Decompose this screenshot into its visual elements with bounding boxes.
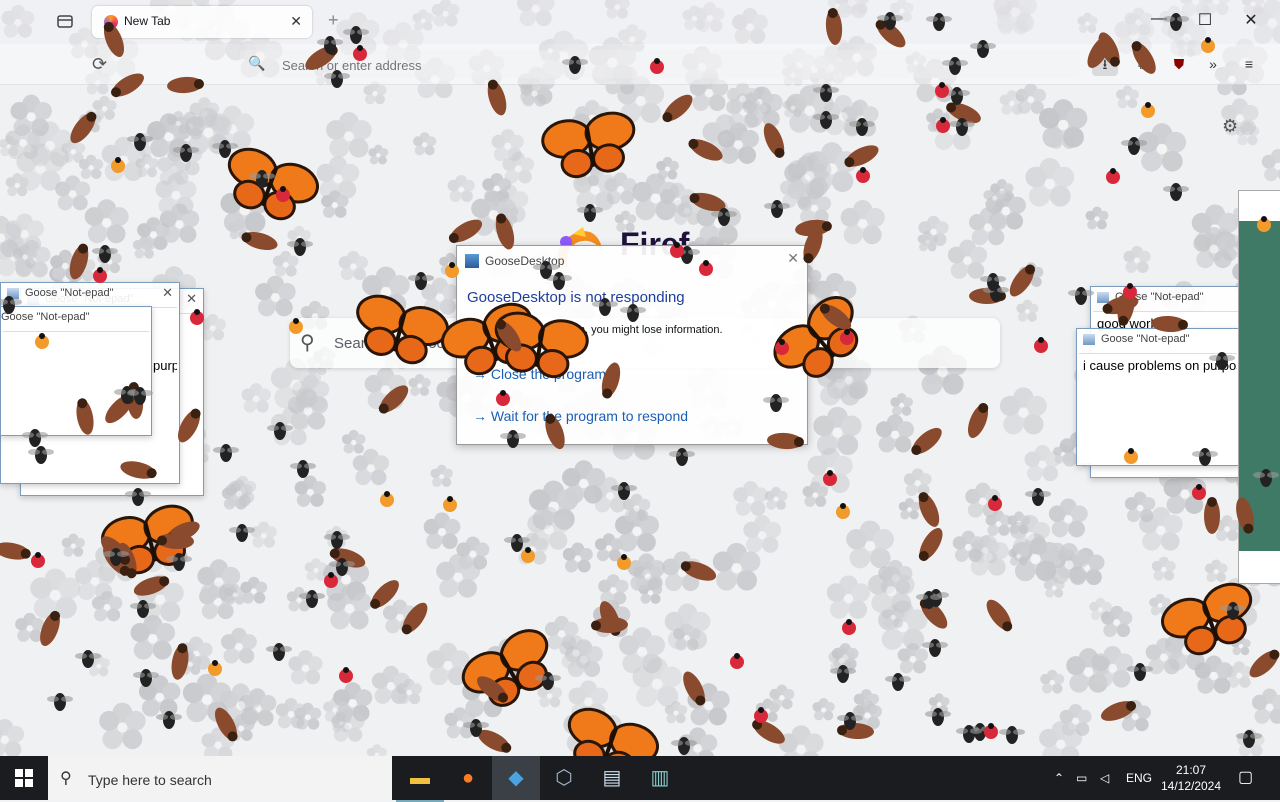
url-input[interactable] [280, 54, 884, 76]
close-program-option[interactable]: → Close the program [473, 366, 606, 382]
notepad-text: purpose [153, 358, 177, 373]
search-icon: ⚲ [60, 770, 72, 787]
settings-gear-icon[interactable]: ⚙ [1222, 116, 1238, 137]
downloads-icon[interactable]: ⭳ [1092, 52, 1118, 76]
network-icon[interactable]: ▭ [1076, 756, 1087, 800]
dialog-message: If you close the program, you might lose… [467, 324, 723, 336]
close-window-button[interactable]: ✕ [1236, 10, 1266, 30]
search-icon: 🔍 [248, 55, 266, 71]
offscreen-window-edge[interactable] [1238, 190, 1280, 584]
tab-title: New Tab [124, 14, 171, 28]
dialog-close-icon[interactable]: ✕ [787, 250, 799, 267]
close-program-label: Close the program [490, 366, 607, 382]
goose-desktop-taskbar-icon[interactable]: ◆ [492, 756, 540, 800]
clock-date: 14/12/2024 [1160, 779, 1222, 793]
language-indicator[interactable]: ENG [1126, 756, 1152, 800]
notepad-taskbar-icon[interactable]: ▤ [588, 756, 636, 800]
firefox-favicon-icon [104, 15, 118, 29]
notepad-title: Goose "Not-epad" [1, 311, 90, 323]
wait-program-label: Wait for the program to respond [490, 408, 689, 424]
maximize-button[interactable]: ☐ [1190, 10, 1220, 30]
taskbar-clock[interactable]: 21:07 14/12/2024 [1160, 762, 1222, 794]
taskbar-search-placeholder: Type here to search [88, 772, 212, 788]
extensions-icon[interactable]: ⧉ [1130, 52, 1156, 76]
not-responding-dialog: GooseDesktop ✕ GooseDesktop is not respo… [456, 245, 808, 445]
firefox-taskbar-icon[interactable]: ● [444, 756, 492, 800]
overflow-chevron-icon[interactable]: » [1200, 52, 1226, 76]
dialog-heading: GooseDesktop is not responding [467, 289, 685, 306]
tab-list-icon[interactable] [56, 12, 74, 30]
notepad-title: Goose "Not-epad" [1115, 291, 1204, 303]
clock-time: 21:07 [1175, 763, 1207, 777]
offscreen-window-content [1239, 221, 1280, 551]
notepad-window-front-left[interactable]: Goose "Not-epad" [0, 306, 152, 436]
tab-close-icon[interactable]: ✕ [290, 13, 302, 30]
menu-icon[interactable]: ≡ [1236, 52, 1262, 76]
notepad-icon [1083, 334, 1095, 345]
notepad2-taskbar-icon[interactable]: ▥ [636, 756, 684, 800]
taskbar-search-box[interactable]: ⚲ Type here to search [48, 756, 392, 800]
notepad-text-area[interactable]: i cause problems on purpose [1079, 353, 1237, 463]
notepad-text: i cause problems on purpose [1083, 358, 1237, 373]
nav-bar: ⟳ 🔍 ⭳ ⧉ ⛊ » ≡ [0, 44, 1280, 85]
dialog-title: GooseDesktop [485, 254, 565, 268]
url-bar[interactable]: 🔍 [240, 50, 1080, 78]
tab-bar: New Tab ✕ + — ☐ ✕ [0, 0, 1280, 44]
new-tab-button[interactable]: + [328, 10, 339, 31]
notifications-icon[interactable]: ▢ [1238, 756, 1253, 800]
windows-taskbar: ⚲ Type here to search ▬ ● ◆ ⬡ ▤ ▥ ⌃ ▭ ◁ … [0, 756, 1280, 802]
notepad-title: Goose "Not-epad" [25, 287, 114, 299]
app-taskbar-icon[interactable]: ⬡ [540, 756, 588, 800]
app-icon [465, 254, 479, 268]
minimize-button[interactable]: — [1144, 10, 1174, 28]
notepad-icon [1097, 292, 1109, 303]
tab-new-tab[interactable]: New Tab ✕ [92, 6, 312, 38]
windows-start-icon[interactable] [0, 756, 48, 800]
search-icon: ⚲ [300, 332, 315, 354]
notepad-window-front-right[interactable]: Goose "Not-epad" i cause problems on pur… [1076, 328, 1240, 466]
wait-program-option[interactable]: → Wait for the program to respond [473, 408, 688, 424]
reload-icon[interactable]: ⟳ [92, 54, 107, 75]
ublock-icon[interactable]: ⛊ [1166, 52, 1192, 76]
notepad-text-area[interactable] [3, 331, 149, 433]
notepad-close-icon[interactable]: ✕ [162, 285, 173, 301]
show-hidden-icons-icon[interactable]: ⌃ [1054, 756, 1064, 800]
file-explorer-icon[interactable]: ▬ [396, 756, 444, 802]
notepad-close-icon[interactable]: ✕ [186, 291, 197, 307]
notepad-icon [7, 288, 19, 299]
volume-icon[interactable]: ◁ [1100, 756, 1109, 800]
notepad-title: Goose "Not-epad" [1101, 333, 1190, 345]
